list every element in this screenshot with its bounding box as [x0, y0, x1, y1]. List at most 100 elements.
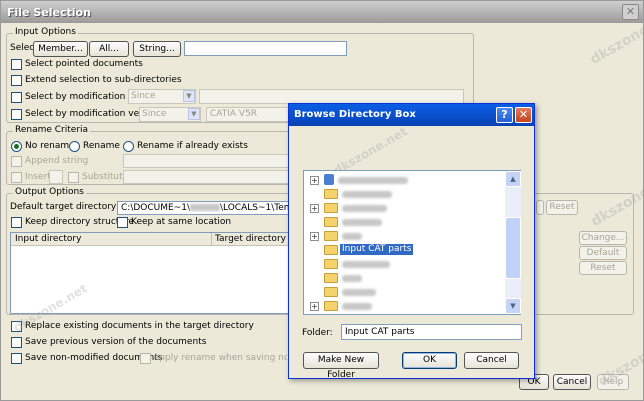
folder-icon [324, 231, 338, 241]
apply-rename-checkbox[interactable] [140, 353, 151, 364]
browse-cancel-button[interactable]: Cancel [464, 352, 519, 369]
expand-icon[interactable]: + [310, 302, 319, 311]
redacted-label [342, 233, 362, 240]
tree-node[interactable] [310, 286, 505, 299]
browse-title: Browse Directory Box [294, 109, 416, 120]
tree-node[interactable]: + [310, 202, 505, 215]
default-button[interactable]: Default [579, 246, 627, 260]
network-icon [324, 174, 334, 185]
default-target-label: Default target directory [10, 202, 117, 212]
select-pointed-checkbox[interactable] [11, 59, 22, 70]
version-field-value: CATIA V5R [210, 109, 258, 119]
date-field[interactable] [199, 89, 464, 104]
no-rename-radio[interactable] [11, 141, 22, 152]
member-button[interactable]: Member... [33, 41, 88, 57]
folder-icon [324, 203, 338, 213]
scroll-up-icon[interactable]: ▲ [505, 171, 521, 187]
col-target-directory[interactable]: Target directory [215, 234, 286, 244]
default-target-field[interactable]: C:\DOCUME~1\ \LOCALS~1\Temp [117, 201, 289, 215]
change-button[interactable]: Change... [579, 231, 627, 245]
rename-radio[interactable] [69, 141, 80, 152]
expand-icon[interactable]: + [310, 204, 319, 213]
chevron-down-icon[interactable]: ▼ [183, 90, 195, 102]
string-button[interactable]: String... [133, 41, 181, 57]
browse-target-button[interactable] [536, 200, 544, 215]
append-string-checkbox[interactable] [11, 156, 22, 167]
browse-title-bar: Browse Directory Box ? ✕ [289, 104, 534, 126]
tree-node[interactable] [310, 216, 505, 229]
rename-label: Rename [83, 141, 120, 151]
browse-directory-dialog: Browse Directory Box ? ✕ dkszone.net + +… [288, 103, 535, 380]
window-title: File Selection [7, 6, 91, 19]
close-icon[interactable]: ✕ [515, 107, 532, 123]
substitute-label: Substitute [82, 172, 129, 182]
help-icon[interactable]: ? [496, 107, 513, 123]
folder-icon [324, 217, 338, 227]
reset-button[interactable]: Reset [546, 200, 578, 215]
title-bar: File Selection ✕ [1, 1, 643, 23]
expand-icon[interactable]: + [310, 232, 319, 241]
redacted-label [342, 261, 390, 268]
tree-node[interactable]: + [310, 174, 505, 187]
substitute-field[interactable] [123, 170, 291, 184]
tree-node[interactable]: + [310, 230, 505, 243]
date-combo-value: Since [131, 91, 156, 101]
tree-node[interactable] [310, 188, 505, 201]
selected-node-label[interactable]: Input CAT parts [340, 244, 414, 255]
make-new-folder-button[interactable]: Make New Folder [303, 352, 379, 380]
append-string-field[interactable] [123, 154, 291, 168]
replace-existing-label: Replace existing documents in the target… [25, 321, 254, 331]
redacted-label [342, 303, 372, 310]
cancel-button[interactable]: Cancel [553, 374, 591, 390]
redacted-label [342, 205, 387, 212]
folder-icon [324, 301, 338, 311]
rename-criteria-legend: Rename Criteria [13, 125, 91, 135]
redacted-label [342, 289, 376, 296]
tree-node[interactable]: + [310, 300, 505, 313]
browse-ok-button[interactable]: OK [402, 352, 457, 369]
close-icon[interactable]: ✕ [622, 4, 639, 20]
scroll-thumb[interactable] [505, 217, 521, 279]
save-previous-label: Save previous version of the documents [25, 337, 207, 347]
folder-tree[interactable]: + + + Input CAT parts + ▲ ▼ [303, 170, 521, 315]
version-combo-value: Since [142, 109, 167, 119]
save-non-modified-checkbox[interactable] [11, 353, 22, 364]
tree-node-selected[interactable]: Input CAT parts [310, 244, 505, 257]
select-pointed-label: Select pointed documents [25, 59, 143, 69]
keep-location-checkbox[interactable] [117, 217, 128, 228]
insert-checkbox[interactable] [11, 172, 22, 183]
tree-scrollbar[interactable]: ▲ ▼ [505, 171, 521, 314]
reset-output-button[interactable]: Reset [579, 261, 627, 275]
substitute-checkbox[interactable] [68, 172, 79, 183]
folder-icon [324, 259, 338, 269]
keep-location-label: Keep at same location [131, 217, 232, 227]
folder-field-value: Input CAT parts [345, 327, 415, 337]
string-input[interactable] [184, 41, 347, 56]
expand-icon[interactable]: + [310, 176, 319, 185]
extend-selection-label: Extend selection to sub-directories [25, 75, 182, 85]
column-divider [211, 233, 212, 246]
save-previous-checkbox[interactable] [11, 337, 22, 348]
tree-node[interactable] [310, 258, 505, 271]
select-by-date-checkbox[interactable] [11, 92, 22, 103]
scroll-down-icon[interactable]: ▼ [505, 298, 521, 314]
chevron-down-icon[interactable]: ▼ [188, 108, 200, 120]
default-target-prefix: C:\DOCUME~1\ [121, 203, 190, 213]
redacted-label [342, 275, 362, 282]
output-options-legend: Output Options [13, 187, 86, 197]
rename-if-exists-radio[interactable] [123, 141, 134, 152]
default-target-suffix: \LOCALS~1\Temp [220, 203, 288, 213]
col-input-directory[interactable]: Input directory [15, 234, 81, 244]
insert-field[interactable] [49, 170, 63, 184]
all-button[interactable]: All... [89, 41, 129, 57]
insert-label: Insert [25, 172, 51, 182]
extend-selection-checkbox[interactable] [11, 75, 22, 86]
folder-icon [324, 287, 338, 297]
folder-icon [324, 189, 338, 199]
tree-node[interactable] [310, 272, 505, 285]
rename-if-exists-label: Rename if already exists [137, 141, 248, 151]
keep-structure-checkbox[interactable] [11, 217, 22, 228]
select-by-version-checkbox[interactable] [11, 109, 22, 120]
append-string-label: Append string [25, 156, 89, 166]
folder-field[interactable]: Input CAT parts [341, 324, 522, 340]
